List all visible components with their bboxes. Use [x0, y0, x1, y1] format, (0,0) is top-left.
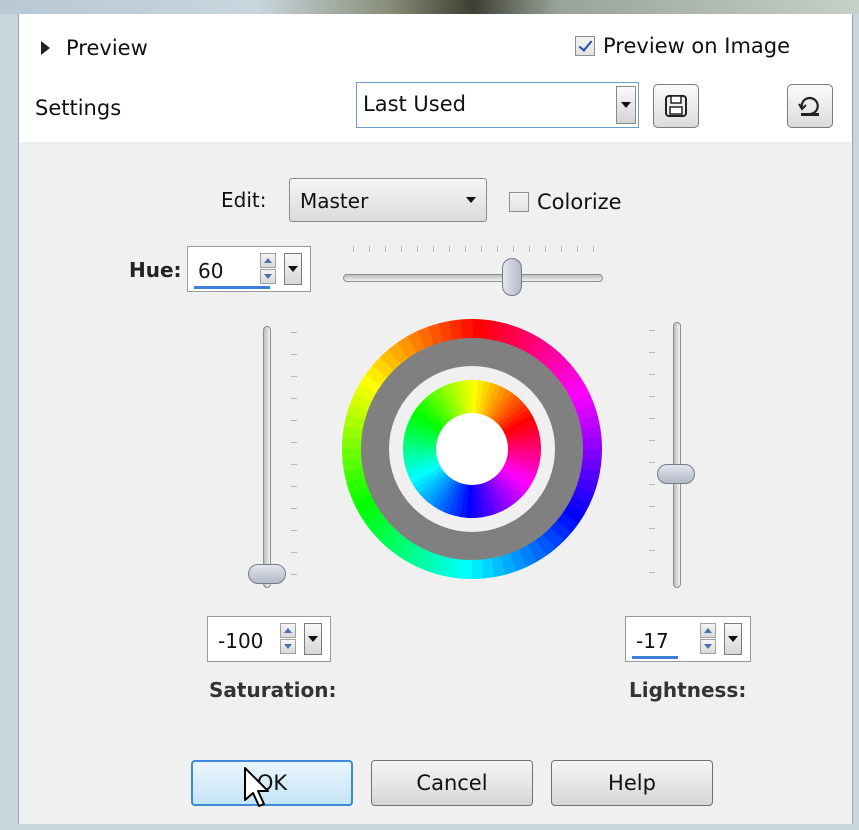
- colorize-option[interactable]: Colorize: [509, 190, 622, 214]
- outer-hue-segment: [342, 448, 364, 461]
- saturation-spin-buttons[interactable]: [280, 623, 298, 655]
- lightness-slider-ticks: [649, 330, 657, 588]
- colorize-checkbox[interactable]: [509, 192, 529, 212]
- preview-on-image-option[interactable]: Preview on Image: [575, 34, 790, 58]
- saturation-label: Saturation:: [209, 678, 337, 702]
- lightness-label: Lightness:: [629, 678, 747, 702]
- hue-focus-underline: [194, 286, 270, 289]
- edit-channel-value: Master: [300, 189, 369, 213]
- lightness-dropdown-button[interactable]: [724, 623, 742, 655]
- edit-channel-dropdown[interactable]: Master: [289, 178, 487, 222]
- hue-input[interactable]: 60: [187, 246, 311, 292]
- lightness-input[interactable]: -17: [625, 616, 751, 662]
- saturation-slider-ticks: [291, 332, 299, 590]
- outer-hue-segment: [471, 557, 484, 579]
- cancel-button-label: Cancel: [416, 771, 488, 795]
- saturation-dropdown-button[interactable]: [304, 623, 322, 655]
- preview-toggle[interactable]: Preview: [41, 36, 148, 60]
- saturation-value: -100: [218, 629, 264, 653]
- floppy-disk-icon: [665, 95, 687, 117]
- lightness-slider-thumb[interactable]: [657, 464, 695, 484]
- chevron-down-icon[interactable]: [616, 86, 636, 124]
- chevron-down-icon: [462, 187, 480, 213]
- expand-triangle-icon: [41, 41, 50, 55]
- reset-preset-button[interactable]: [787, 84, 833, 128]
- help-button[interactable]: Help: [551, 760, 713, 806]
- hue-label: Hue:: [129, 258, 182, 282]
- settings-label: Settings: [35, 96, 122, 120]
- mouse-cursor-icon: [244, 767, 269, 807]
- hue-spin-buttons[interactable]: [260, 253, 278, 285]
- background-image-strip: [0, 0, 859, 14]
- lightness-spin-buttons[interactable]: [700, 623, 718, 655]
- edit-label: Edit:: [221, 188, 267, 212]
- colorize-label: Colorize: [537, 190, 622, 214]
- hue-value: 60: [198, 259, 224, 283]
- hue-saturation-lightness-dialog: Preview Preview on Image Settings Last U…: [18, 14, 853, 824]
- preview-on-image-label: Preview on Image: [603, 34, 791, 58]
- wheel-center: [436, 413, 508, 485]
- hue-dropdown-button[interactable]: [284, 253, 302, 285]
- outer-hue-segment: [460, 319, 473, 341]
- saturation-input[interactable]: -100: [207, 616, 331, 662]
- preview-on-image-checkbox[interactable]: [575, 36, 595, 56]
- lightness-value: -17: [636, 629, 669, 653]
- hue-slider-ticks: [353, 246, 594, 254]
- cancel-button[interactable]: Cancel: [371, 760, 533, 806]
- lightness-slider-track[interactable]: [673, 322, 681, 588]
- help-button-label: Help: [608, 771, 656, 795]
- dialog-header: Preview Preview on Image Settings Last U…: [19, 14, 852, 142]
- settings-combo-value: Last Used: [363, 92, 466, 116]
- saturation-slider-thumb[interactable]: [248, 564, 286, 584]
- lightness-focus-underline: [632, 656, 678, 659]
- save-preset-button[interactable]: [653, 84, 699, 128]
- settings-combo[interactable]: Last Used: [356, 82, 639, 128]
- preview-label: Preview: [66, 36, 148, 60]
- hue-slider-track[interactable]: [343, 274, 603, 282]
- hue-color-wheel: [342, 318, 602, 580]
- reset-icon: [798, 96, 819, 116]
- outer-hue-segment: [580, 437, 602, 450]
- saturation-slider-track[interactable]: [263, 326, 271, 588]
- hue-slider-thumb[interactable]: [502, 258, 522, 296]
